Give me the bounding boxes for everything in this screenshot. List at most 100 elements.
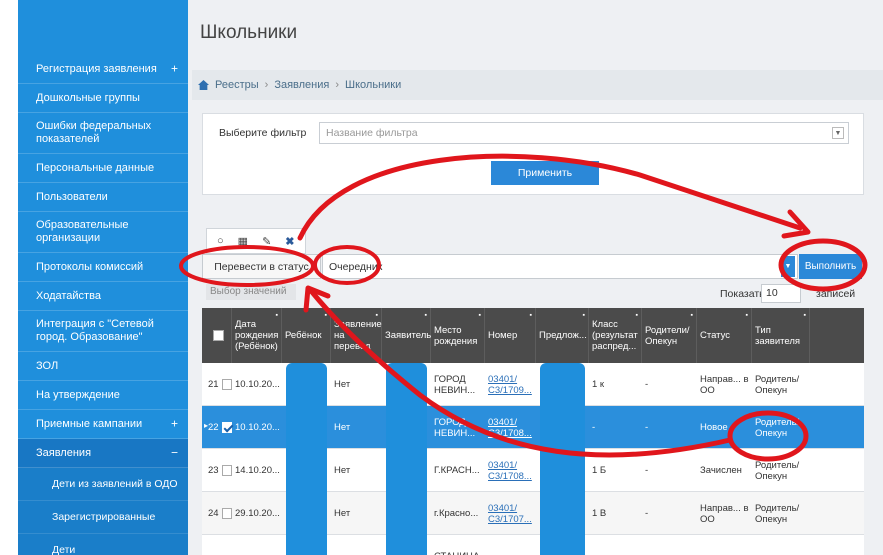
sidebar-item[interactable]: Заявления −	[18, 439, 188, 468]
column-header-label: Статус	[700, 330, 731, 341]
table-cell: ГОРОД НЕВИН...	[434, 416, 476, 439]
sidebar-item[interactable]: Протоколы комиссий	[18, 253, 188, 282]
column-header[interactable]: Ребёнок ▪	[282, 308, 331, 363]
select-all-header[interactable]	[202, 308, 232, 363]
table-cell[interactable]: 03401/ С3/1709...	[485, 363, 536, 406]
sidebar-item[interactable]: Пользователи	[18, 183, 188, 212]
table-cell[interactable]: 03401/ С3/1708...	[485, 406, 536, 449]
sidebar-item[interactable]: Регистрация заявления +	[18, 55, 188, 84]
sidebar-item[interactable]: Персональные данные	[18, 154, 188, 183]
column-menu-icon[interactable]: ▪	[425, 310, 427, 321]
sidebar-item-label: Персональные данные	[36, 161, 155, 174]
sidebar-item[interactable]: Ошибки федеральных показателей	[18, 113, 188, 154]
column-menu-icon[interactable]: ▪	[276, 310, 278, 321]
sidebar-item-label: ЗОЛ	[36, 359, 59, 372]
sidebar-subitem[interactable]: Зарегистрированные	[18, 501, 188, 534]
filter-placeholder: Название фильтра	[326, 127, 418, 139]
table-cell: Нет	[334, 422, 351, 433]
page-title: Школьники	[200, 22, 298, 43]
row-number-cell: 24	[202, 492, 232, 535]
table-cell: Нет	[334, 508, 351, 519]
sidebar-subitem[interactable]: Дети	[18, 534, 188, 555]
sidebar-item-label: Ходатайства	[36, 289, 101, 302]
column-menu-icon[interactable]: ▪	[691, 310, 693, 321]
apply-filter-button[interactable]: Применить	[491, 161, 599, 185]
row-checkbox[interactable]	[221, 508, 232, 519]
students-table: Дата рождения (Ребёнок) ▪ Ребёнок ▪ Заявлени…	[202, 308, 864, 555]
sidebar-item-label: Пользователи	[36, 190, 108, 203]
column-header[interactable]: Номер ▪	[485, 308, 536, 363]
chevron-down-icon[interactable]: ▼	[781, 256, 795, 277]
column-menu-icon[interactable]: ▪	[583, 310, 585, 321]
sidebar-item-label: Ошибки федеральных показателей	[36, 120, 152, 145]
page-size-input[interactable]: 10	[761, 284, 801, 303]
select-values-button[interactable]: Выбор значений	[206, 284, 296, 300]
collapse-icon[interactable]: −	[171, 446, 178, 460]
row-number: 22	[208, 422, 219, 433]
chevron-down-icon[interactable]: ▼	[832, 127, 844, 139]
column-menu-icon[interactable]: ▪	[376, 310, 378, 321]
expand-icon[interactable]: +	[171, 417, 178, 431]
column-header[interactable]: Класс (результат распред... ▪	[589, 308, 642, 363]
sidebar-item-label: Дошкольные группы	[36, 91, 140, 104]
table-cell	[331, 535, 382, 555]
column-menu-icon[interactable]: ▪	[636, 310, 638, 321]
table-cell[interactable]: 03401/ С3/1708...	[485, 449, 536, 492]
sidebar-item[interactable]: Дошкольные группы	[18, 84, 188, 113]
execute-button[interactable]: Выполнить	[799, 254, 862, 279]
column-menu-icon[interactable]: ▪	[479, 310, 481, 321]
filter-select[interactable]: Название фильтра ▼	[319, 122, 849, 144]
table-cell: 10.10.20...	[235, 422, 280, 433]
row-checkbox[interactable]	[221, 379, 232, 390]
column-menu-icon[interactable]: ▪	[746, 310, 748, 321]
column-header[interactable]: Заявление на перевод ▪	[331, 308, 382, 363]
breadcrumb-item-applications[interactable]: Заявления	[274, 79, 329, 91]
breadcrumb-item-registries[interactable]: Реестры	[215, 79, 259, 91]
column-header[interactable]: Дата рождения (Ребёнок) ▪	[232, 308, 282, 363]
sidebar-item-label: Образовательные организации	[36, 219, 129, 244]
sidebar-item[interactable]: Ходатайства	[18, 282, 188, 311]
table-cell[interactable]: 03401/ С3/1707...	[485, 492, 536, 535]
column-header[interactable]: Родители/Опекун ▪	[642, 308, 697, 363]
column-header[interactable]: Место рождения ▪	[431, 308, 485, 363]
column-header-label: Ребёнок	[285, 330, 322, 341]
table-header: Дата рождения (Ребёнок) ▪ Ребёнок ▪ Заявлени…	[202, 308, 864, 363]
expand-icon[interactable]: +	[171, 62, 178, 76]
row-number: 23	[208, 465, 219, 476]
change-status-button[interactable]: Перевести в статус	[202, 254, 321, 279]
column-header[interactable]: Предлож... ▪	[536, 308, 589, 363]
sidebar-item[interactable]: Интеграция с "Сетевой город. Образование…	[18, 311, 188, 352]
table-cell: г.Красно...	[434, 508, 479, 519]
row-number: 21	[208, 379, 219, 390]
table-cell: 1 Б	[592, 465, 607, 476]
home-icon[interactable]	[198, 80, 209, 90]
grid-icon[interactable]: ▦	[238, 235, 248, 248]
row-checkbox[interactable]	[221, 465, 232, 476]
column-header-label: Место рождения	[434, 324, 478, 347]
column-header[interactable]: Заявитель ▪	[382, 308, 431, 363]
table-cell: 29.10.20...	[235, 508, 280, 519]
copy-icon[interactable]: ○	[217, 235, 224, 247]
table-cell: -	[592, 422, 596, 433]
column-header[interactable]: Тип заявителя ▪	[752, 308, 810, 363]
column-header-label: Заявление на перевод	[334, 319, 382, 352]
sidebar-item[interactable]: Образовательные организации	[18, 212, 188, 253]
table-cell: Зачислен	[700, 465, 742, 476]
column-menu-icon[interactable]: ▪	[804, 310, 806, 321]
select-all-checkbox[interactable]	[213, 330, 224, 341]
status-select[interactable]: Очередник ▼	[322, 254, 798, 279]
redaction-mask	[286, 363, 327, 555]
sidebar-item[interactable]: Приемные кампании +	[18, 410, 188, 439]
edit-icon[interactable]: ✎	[262, 235, 271, 248]
column-menu-icon[interactable]: ▪	[325, 310, 327, 321]
column-header[interactable]: Статус ▪	[697, 308, 752, 363]
sidebar-item[interactable]: На утверждение	[18, 381, 188, 410]
close-icon[interactable]: ✖	[285, 235, 294, 248]
row-number: 24	[208, 508, 219, 519]
sidebar-item[interactable]: ЗОЛ	[18, 352, 188, 381]
table-cell: -	[645, 465, 649, 476]
table-cell: -	[645, 379, 649, 390]
row-checkbox[interactable]	[221, 422, 232, 433]
column-menu-icon[interactable]: ▪	[530, 310, 532, 321]
sidebar-subitem[interactable]: Дети из заявлений в ОДО	[18, 468, 188, 501]
